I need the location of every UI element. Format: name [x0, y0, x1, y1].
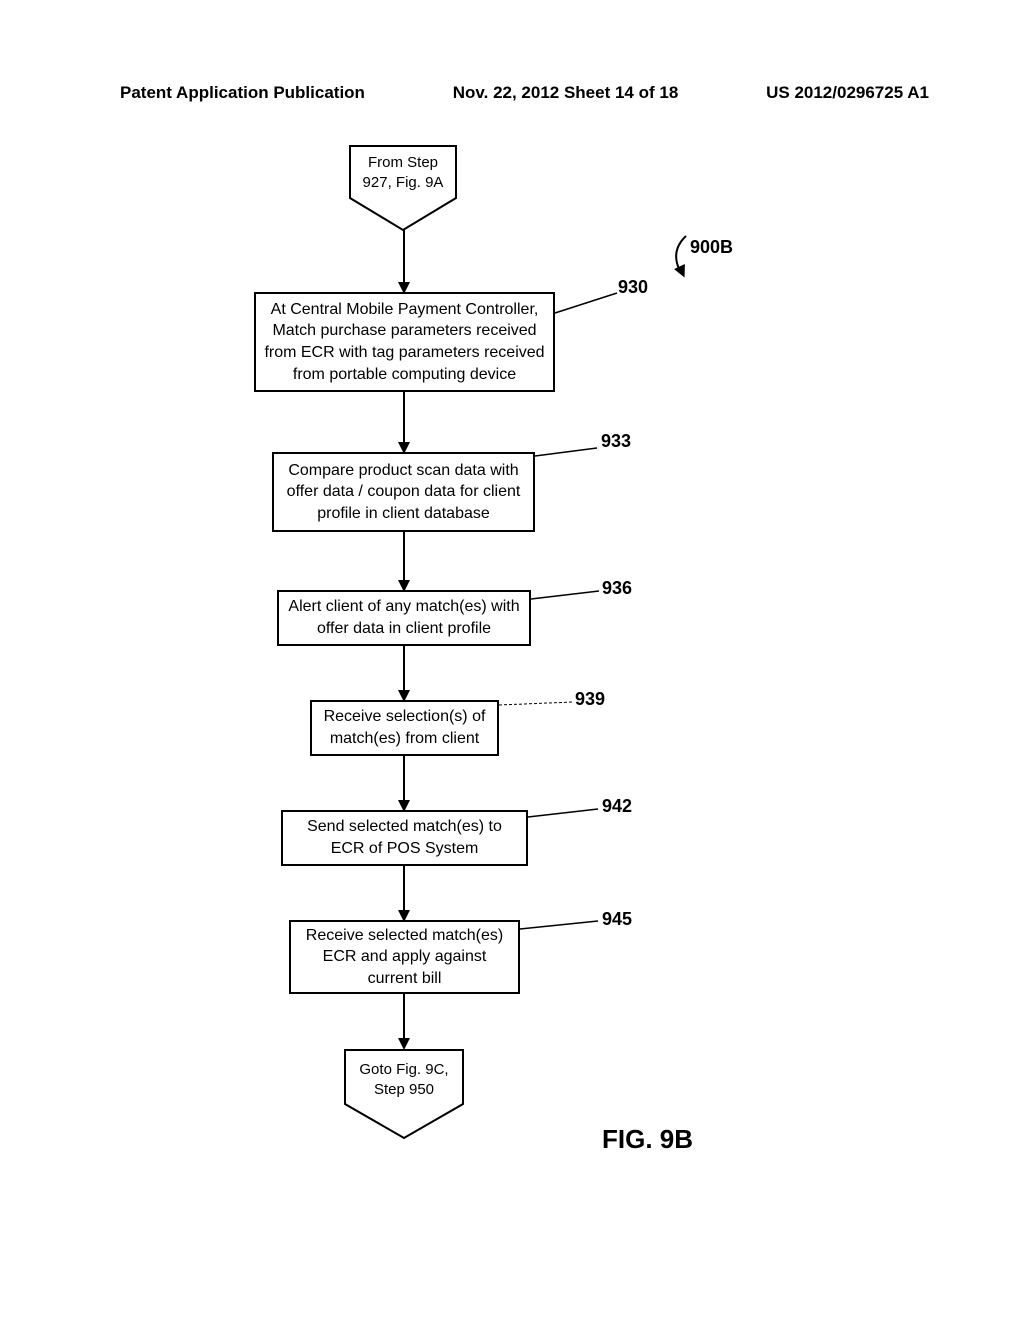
step-936: Alert client of any match(es) with offer… — [277, 590, 531, 646]
arrow-942-945 — [398, 866, 410, 922]
step-945: Receive selected match(es) ECR and apply… — [289, 920, 520, 994]
ref-930: 930 — [618, 277, 648, 298]
arrow-945-exit — [398, 994, 410, 1050]
header-center: Nov. 22, 2012 Sheet 14 of 18 — [453, 83, 679, 103]
hook-900b — [672, 234, 698, 284]
step-936-text: Alert client of any match(es) with offer… — [287, 596, 521, 639]
header-left: Patent Application Publication — [120, 83, 365, 103]
entry-connector-text: From Step 927, Fig. 9A — [348, 153, 458, 192]
ref-936: 936 — [602, 578, 632, 599]
ref-942: 942 — [602, 796, 632, 817]
figure-label: FIG. 9B — [602, 1124, 693, 1155]
step-933: Compare product scan data with offer dat… — [272, 452, 535, 532]
step-945-text: Receive selected match(es) ECR and apply… — [299, 925, 510, 990]
leader-945 — [518, 919, 600, 931]
step-939-text: Receive selection(s) of match(es) from c… — [320, 706, 489, 749]
leader-939 — [497, 697, 573, 707]
page-header: Patent Application Publication Nov. 22, … — [120, 83, 929, 103]
leader-936 — [529, 589, 601, 601]
arrow-930-933 — [398, 392, 410, 454]
ref-945: 945 — [602, 909, 632, 930]
arrow-936-939 — [398, 646, 410, 702]
ref-939: 939 — [575, 689, 605, 710]
header-right: US 2012/0296725 A1 — [766, 83, 929, 103]
step-930: At Central Mobile Payment Controller, Ma… — [254, 292, 555, 392]
leader-933 — [533, 446, 599, 458]
leader-930 — [553, 291, 619, 315]
arrow-933-936 — [398, 532, 410, 592]
arrow-entry-930 — [398, 230, 410, 294]
ref-933: 933 — [601, 431, 631, 452]
step-942-text: Send selected match(es) to ECR of POS Sy… — [291, 816, 518, 859]
leader-942 — [526, 807, 600, 819]
step-942: Send selected match(es) to ECR of POS Sy… — [281, 810, 528, 866]
exit-connector-text: Goto Fig. 9C, Step 950 — [343, 1060, 465, 1101]
step-930-text: At Central Mobile Payment Controller, Ma… — [264, 299, 545, 385]
step-939: Receive selection(s) of match(es) from c… — [310, 700, 499, 756]
arrow-939-942 — [398, 756, 410, 812]
step-933-text: Compare product scan data with offer dat… — [282, 460, 525, 525]
